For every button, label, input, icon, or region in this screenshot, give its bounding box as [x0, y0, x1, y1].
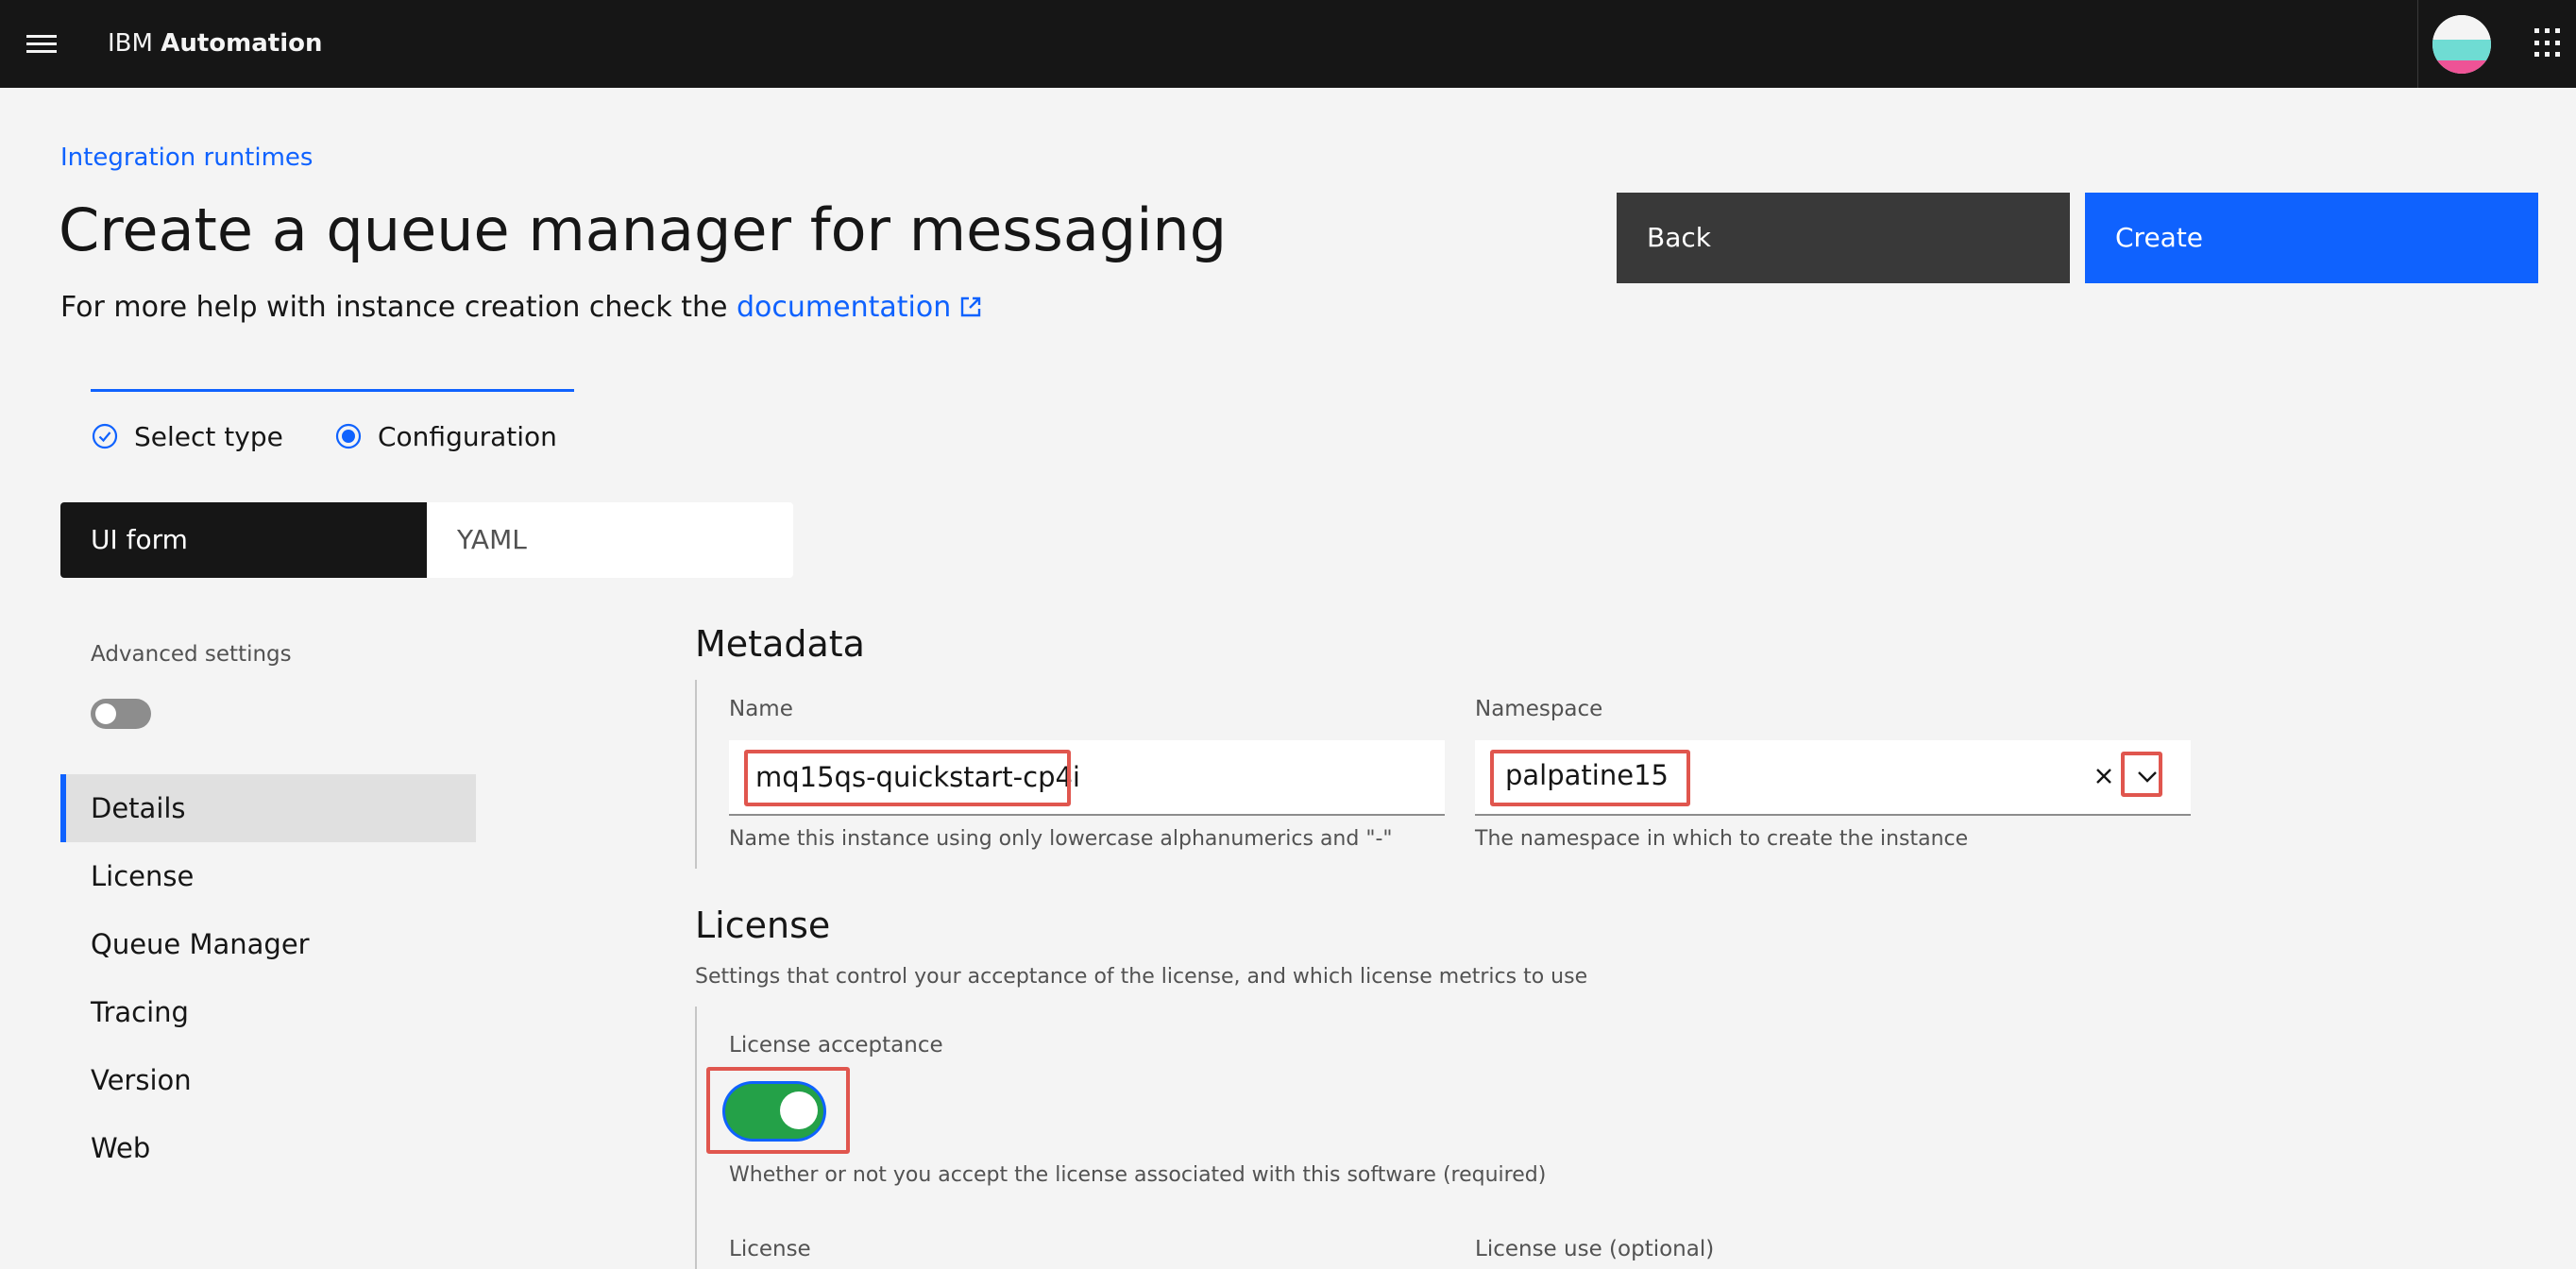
product-name[interactable]: IBM Automation: [108, 26, 322, 60]
nav-item-queue-manager[interactable]: Queue Manager: [60, 910, 476, 978]
namespace-helper-text: The namespace in which to create the ins…: [1475, 827, 1969, 851]
advanced-settings-toggle[interactable]: [91, 699, 151, 729]
license-acceptance-label: License acceptance: [729, 1033, 943, 1058]
metadata-group-rule: [695, 680, 697, 869]
user-avatar[interactable]: [2432, 15, 2491, 74]
progress-indicator: Select type Configuration: [91, 389, 574, 452]
nav-item-tracing[interactable]: Tracing: [60, 978, 476, 1046]
name-label: Name: [729, 697, 793, 721]
progress-bar: [91, 389, 574, 392]
license-description: Settings that control your acceptance of…: [695, 965, 1588, 989]
hamburger-menu-icon[interactable]: [26, 26, 64, 60]
progress-step-select-type[interactable]: Select type: [91, 408, 283, 465]
app-switcher-icon[interactable]: [2531, 25, 2568, 62]
license-group-rule: [695, 1007, 697, 1269]
namespace-select[interactable]: palpatine15: [1475, 740, 2191, 816]
tab-ui-form[interactable]: UI form: [60, 502, 427, 578]
header-divider: [2417, 0, 2418, 88]
nav-item-license[interactable]: License: [60, 842, 476, 910]
breadcrumb-integration-runtimes[interactable]: Integration runtimes: [60, 144, 313, 172]
name-input[interactable]: [729, 740, 1445, 816]
progress-step-label: Select type: [134, 420, 283, 452]
back-button[interactable]: Back: [1617, 193, 2070, 283]
chevron-down-icon[interactable]: [2130, 757, 2164, 795]
license-acceptance-toggle[interactable]: [725, 1084, 823, 1139]
license-use-label: License use (optional): [1475, 1237, 1715, 1261]
help-text-prefix: For more help with instance creation che…: [60, 291, 737, 324]
progress-step-label: Configuration: [378, 420, 557, 452]
close-icon[interactable]: [2087, 757, 2121, 795]
brand-name: Automation: [161, 29, 323, 58]
radio-button-checked-icon: [335, 423, 362, 449]
nav-item-details[interactable]: Details: [60, 774, 476, 842]
metadata-section-title: Metadata: [695, 623, 865, 665]
nav-item-version[interactable]: Version: [60, 1046, 476, 1114]
brand-prefix: IBM: [108, 29, 153, 58]
advanced-settings-label: Advanced settings: [91, 642, 292, 667]
create-button[interactable]: Create: [2085, 193, 2538, 283]
name-helper-text: Name this instance using only lowercase …: [729, 827, 1393, 851]
progress-step-configuration[interactable]: Configuration: [334, 408, 557, 465]
license-acceptance-helper: Whether or not you accept the license as…: [729, 1163, 1547, 1187]
nav-item-web[interactable]: Web: [60, 1114, 476, 1182]
help-text: For more help with instance creation che…: [60, 289, 983, 327]
external-link-icon: [961, 296, 981, 317]
namespace-label: Namespace: [1475, 697, 1603, 721]
documentation-link-label: documentation: [737, 291, 952, 324]
documentation-link[interactable]: documentation: [737, 291, 983, 324]
checkmark-outline-icon: [92, 423, 118, 449]
section-nav: Details License Queue Manager Tracing Ve…: [60, 774, 476, 1182]
license-label: License: [729, 1237, 811, 1261]
page-title: Create a queue manager for messaging: [59, 195, 1228, 264]
namespace-value: palpatine15: [1505, 759, 1669, 791]
view-content-switcher: UI form YAML: [60, 502, 793, 578]
license-section-title: License: [695, 905, 831, 946]
global-header: IBM Automation: [0, 0, 2576, 88]
tab-yaml[interactable]: YAML: [427, 502, 793, 578]
